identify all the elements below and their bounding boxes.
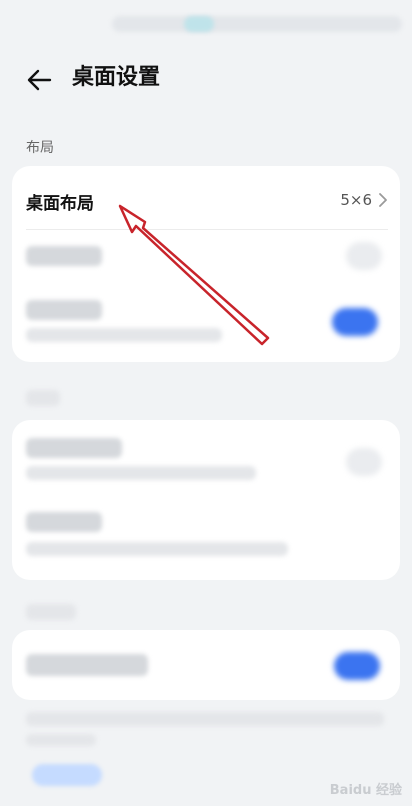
annotation-arrow <box>118 204 270 346</box>
watermark: Baidu 经验 <box>329 783 402 798</box>
